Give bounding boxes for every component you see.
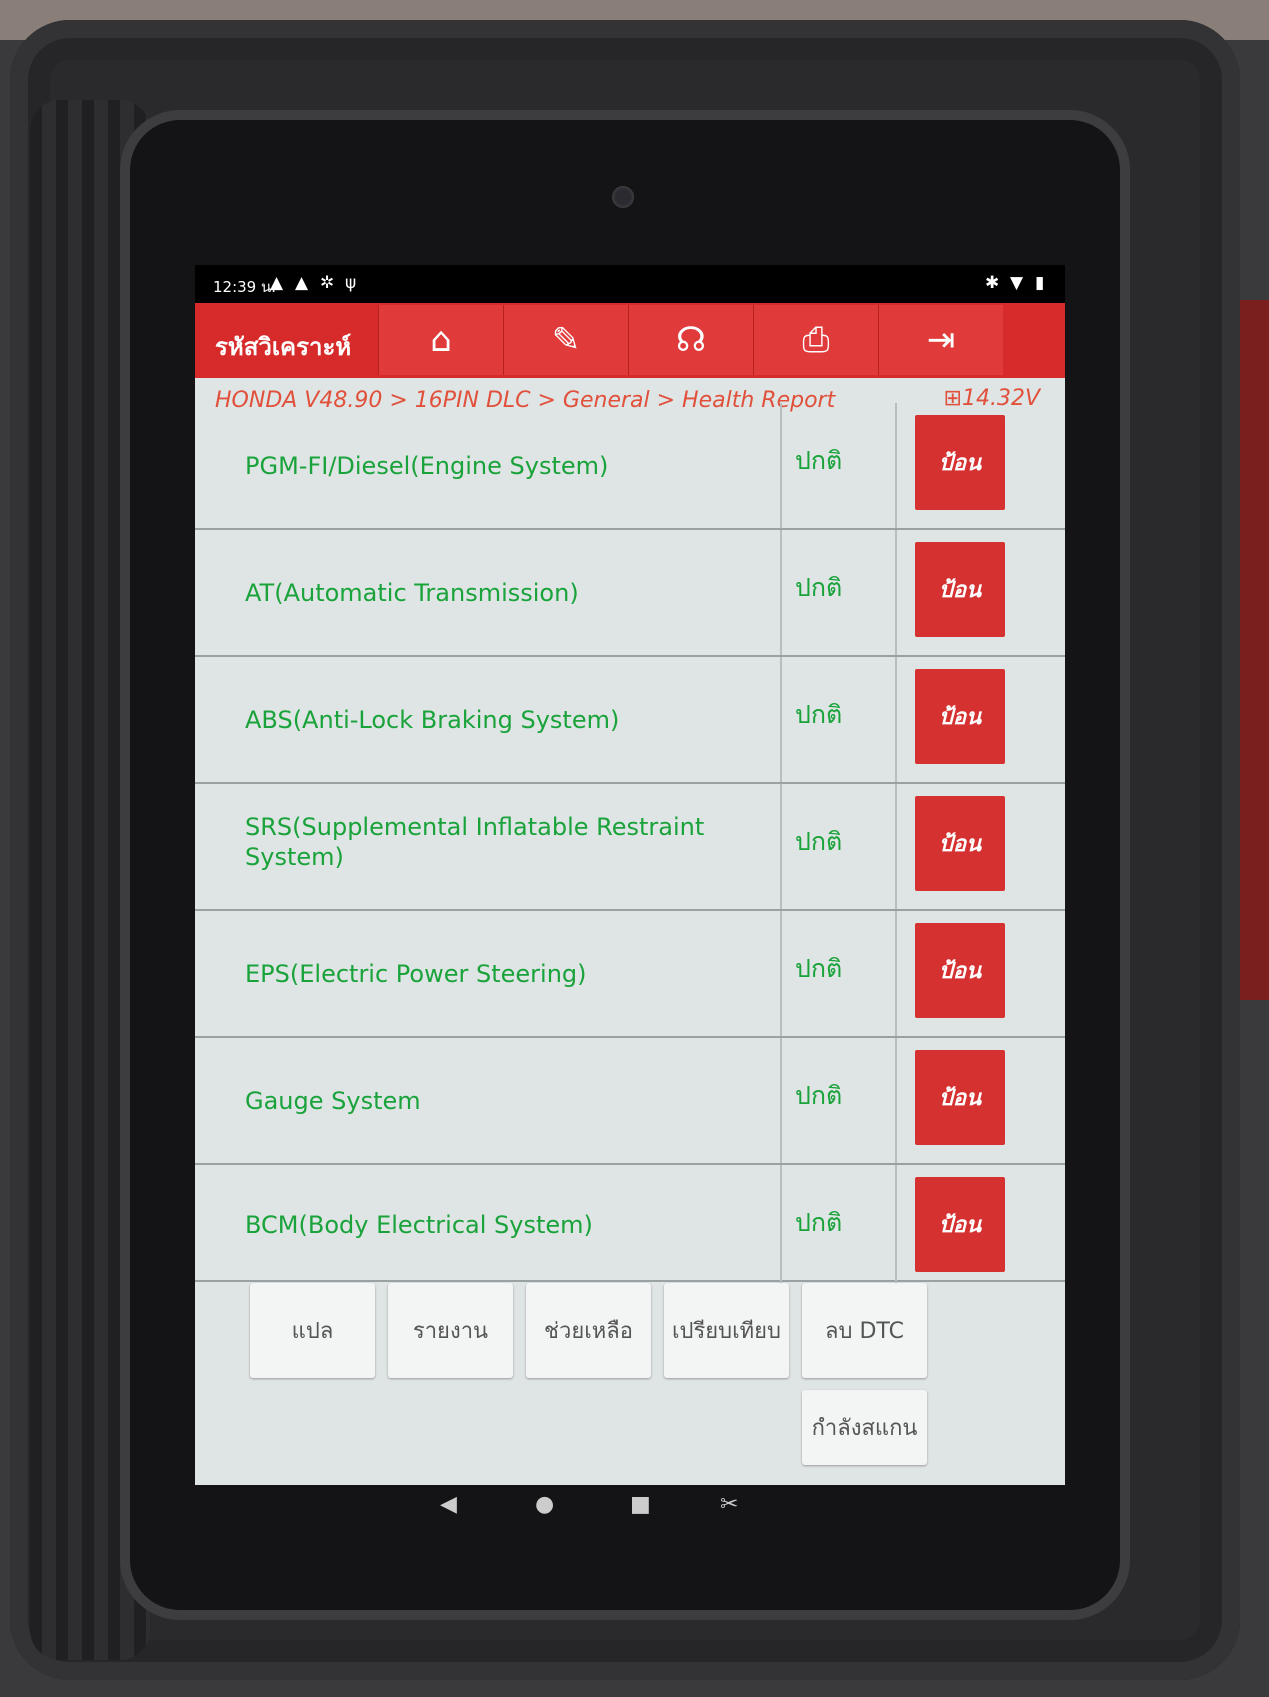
toolbar: รหัสวิเคราะห์ ⌂ ✎ ☊ ⎙ ⇥ [195, 303, 1065, 378]
table-row: EPS(Electric Power Steering) ปกติ ป้อน [195, 911, 1065, 1038]
exit-button[interactable]: ⇥ [878, 305, 1003, 375]
system-name: Gauge System [245, 1087, 421, 1115]
status-bar: 12:39 น. ▲ ▲ ✲ ψ ✱ ▼ ▮ [195, 265, 1065, 303]
system-name: EPS(Electric Power Steering) [245, 960, 587, 988]
printer-icon: ⎙ [802, 320, 830, 360]
translate-button[interactable]: แปล [250, 1283, 375, 1378]
home-nav-icon[interactable]: ● [535, 1492, 554, 1517]
divider [780, 530, 782, 655]
system-name: AT(Automatic Transmission) [245, 579, 579, 607]
bottom-bar: กำลังสแกน [195, 1390, 1065, 1485]
divider [895, 1165, 897, 1290]
screen: 12:39 น. ▲ ▲ ✲ ψ ✱ ▼ ▮ รหัสวิเคราะห์ ⌂ ✎… [195, 265, 1065, 1485]
settings-icon: ✲ [320, 273, 335, 293]
divider [895, 1038, 897, 1163]
system-status: ปกติ [795, 827, 843, 856]
android-nav-bar: ◀ ● ■ ✂ [195, 1490, 1065, 1530]
enter-button[interactable]: ป้อน [915, 1177, 1005, 1272]
help-button[interactable]: ช่วยเหลือ [526, 1283, 651, 1378]
enter-button[interactable]: ป้อน [915, 923, 1005, 1018]
scanning-button[interactable]: กำลังสแกน [802, 1390, 927, 1465]
warning-icon-2: ▲ [295, 273, 309, 293]
system-status: ปกติ [795, 1208, 843, 1237]
system-name: ABS(Anti-Lock Braking System) [245, 706, 620, 734]
health-report: HONDA V48.90 > 16PIN DLC > General > Hea… [195, 378, 1065, 1398]
recents-icon[interactable]: ■ [630, 1492, 651, 1517]
divider [780, 657, 782, 782]
battery-icon: ▮ [1035, 273, 1045, 293]
divider [780, 784, 782, 909]
headset-icon: ☊ [675, 320, 707, 360]
system-status: ปกติ [795, 1081, 843, 1110]
system-name: PGM-FI/Diesel(Engine System) [245, 452, 609, 480]
usb-icon: ψ [345, 273, 357, 293]
system-name: BCM(Body Electrical System) [245, 1211, 593, 1239]
divider [780, 1165, 782, 1290]
page-title: รหัสวิเคราะห์ [215, 333, 352, 361]
table-row: SRS(Supplemental Inflatable Restraint Sy… [195, 784, 1065, 911]
enter-button[interactable]: ป้อน [915, 796, 1005, 891]
divider [780, 1038, 782, 1163]
enter-button[interactable]: ป้อน [915, 542, 1005, 637]
divider [895, 403, 897, 528]
exit-icon: ⇥ [926, 320, 956, 360]
divider [895, 657, 897, 782]
enter-button[interactable]: ป้อน [915, 1050, 1005, 1145]
system-status: ปกติ [795, 573, 843, 602]
system-status: ปกติ [795, 954, 843, 983]
wifi-icon: ▼ [1010, 273, 1024, 293]
bluetooth-icon: ✱ [985, 273, 1000, 293]
clear-dtc-button[interactable]: ลบ DTC [802, 1283, 927, 1378]
table-row: AT(Automatic Transmission) ปกติ ป้อน [195, 530, 1065, 657]
back-icon[interactable]: ◀ [440, 1492, 457, 1517]
warning-icon: ▲ [270, 273, 284, 293]
edit-button[interactable]: ✎ [503, 305, 628, 375]
table-row: ABS(Anti-Lock Braking System) ปกติ ป้อน [195, 657, 1065, 784]
divider [895, 784, 897, 909]
compare-button[interactable]: เปรียบเทียบ [664, 1283, 789, 1378]
divider [895, 911, 897, 1036]
support-button[interactable]: ☊ [628, 305, 753, 375]
table-row: BCM(Body Electrical System) ปกติ ป้อน [195, 1165, 1065, 1290]
divider [780, 403, 782, 528]
screenshot-icon[interactable]: ✂ [720, 1492, 738, 1517]
system-status: ปกติ [795, 700, 843, 729]
report-button[interactable]: รายงาน [388, 1283, 513, 1378]
system-status: ปกติ [795, 446, 843, 475]
home-button[interactable]: ⌂ [378, 305, 503, 375]
system-name: SRS(Supplemental Inflatable Restraint Sy… [245, 813, 705, 871]
home-icon: ⌂ [430, 320, 452, 360]
divider [895, 530, 897, 655]
enter-button[interactable]: ป้อน [915, 669, 1005, 764]
table-row: PGM-FI/Diesel(Engine System) ปกติ ป้อน [195, 403, 1065, 530]
divider [780, 911, 782, 1036]
table-row: Gauge System ปกติ ป้อน [195, 1038, 1065, 1165]
edit-icon: ✎ [551, 320, 581, 360]
status-time: 12:39 น. [213, 278, 277, 296]
enter-button[interactable]: ป้อน [915, 415, 1005, 510]
print-button[interactable]: ⎙ [753, 305, 878, 375]
camera-icon [612, 186, 634, 208]
